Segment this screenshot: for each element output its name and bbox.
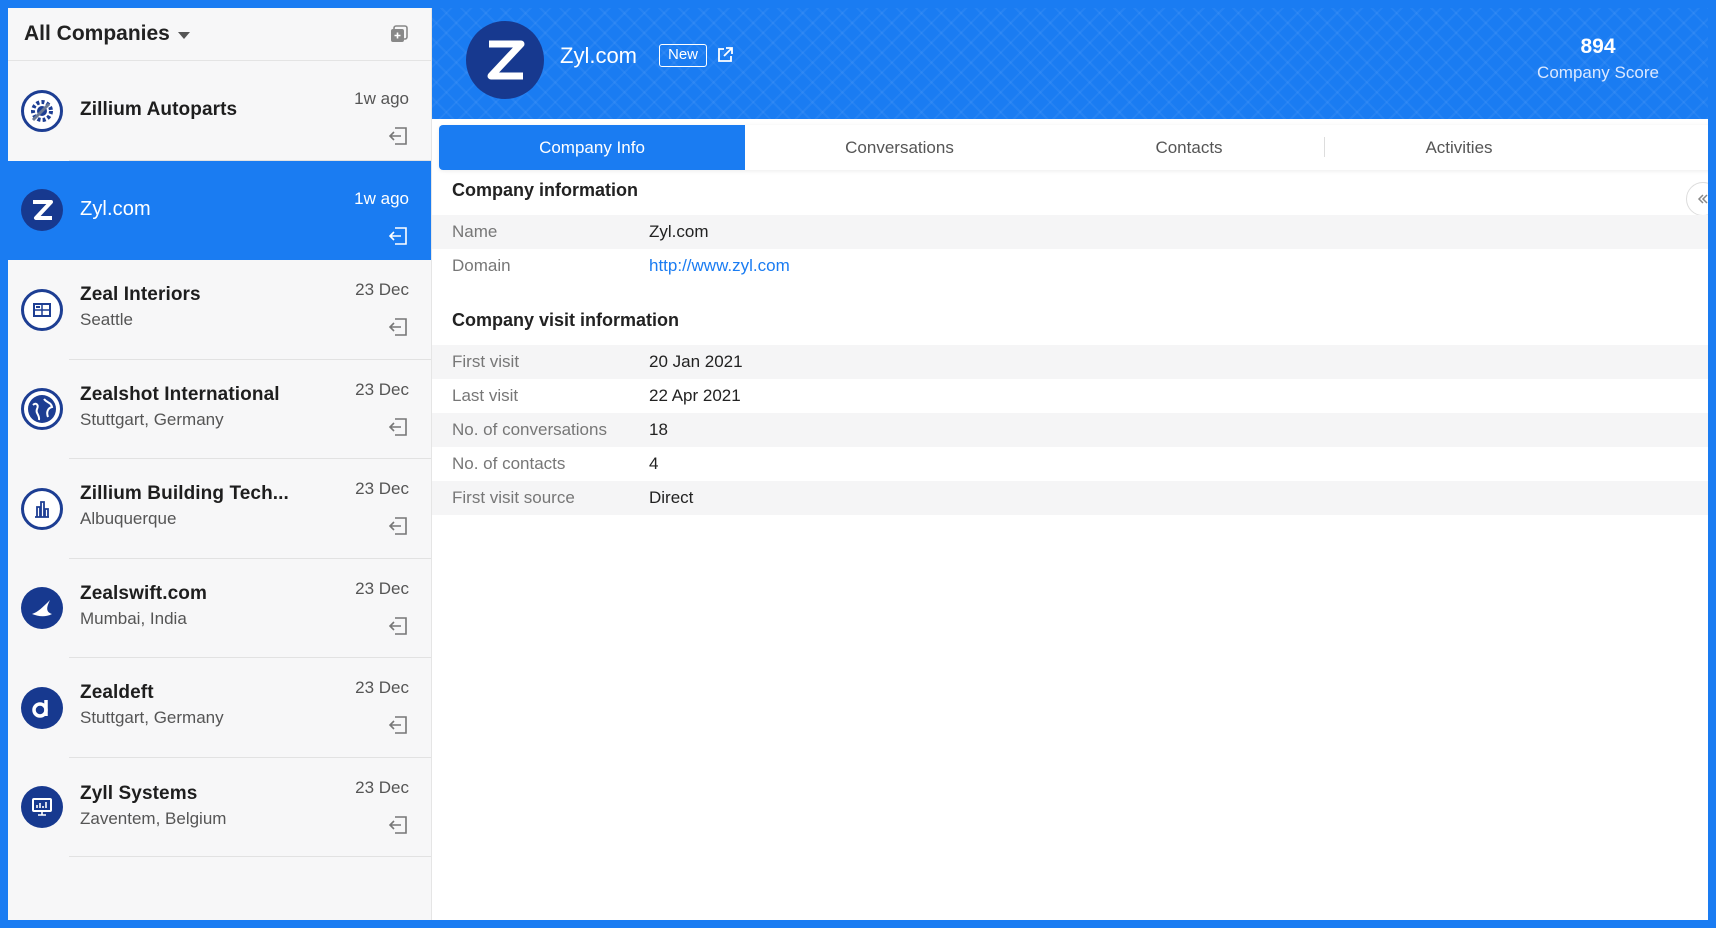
sidebar-header: All Companies <box>8 8 431 61</box>
info-value: Zyl.com <box>649 222 709 241</box>
company-name: Zillium Building Tech... <box>80 483 289 504</box>
tab-contacts[interactable]: Contacts <box>1054 125 1324 170</box>
last-seen-time: 1w ago <box>354 89 409 108</box>
info-value: 4 <box>649 454 659 473</box>
company-name: Zyl.com <box>80 197 151 220</box>
info-row-last-visit: Last visit 22 Apr 2021 <box>432 379 1708 413</box>
open-company-icon[interactable] <box>387 416 409 438</box>
info-row-domain: Domain http://www.zyl.com <box>432 249 1708 283</box>
info-label: First visit source <box>452 488 575 507</box>
globe-icon <box>21 388 63 431</box>
d-letter-icon <box>21 686 63 729</box>
open-company-icon[interactable] <box>387 515 409 537</box>
company-location: Stuttgart, Germany <box>80 409 224 429</box>
tab-activities[interactable]: Activities <box>1324 125 1594 170</box>
last-seen-time: 23 Dec <box>355 678 409 697</box>
info-row-first-visit: First visit 20 Jan 2021 <box>432 345 1708 379</box>
open-company-icon[interactable] <box>387 316 409 338</box>
z-letter-icon <box>466 21 544 99</box>
company-filter-dropdown[interactable]: All Companies <box>24 22 190 46</box>
company-location: Seattle <box>80 310 133 329</box>
collapse-panel-button[interactable] <box>1686 182 1708 216</box>
info-label: Last visit <box>452 386 519 405</box>
tab-label: Activities <box>1425 137 1493 157</box>
company-list-item[interactable]: Zeal Interiors Seattle 23 Dec <box>8 260 431 360</box>
company-location: Albuquerque <box>80 509 177 528</box>
info-row-contacts: No. of contacts 4 <box>432 447 1708 481</box>
last-seen-time: 1w ago <box>354 188 409 208</box>
company-name: Zillium Autoparts <box>80 99 238 120</box>
tab-company-info[interactable]: Company Info <box>439 125 745 170</box>
info-value: 22 Apr 2021 <box>649 386 741 405</box>
double-chevron-left-icon <box>1697 194 1708 204</box>
company-score-value: 894 <box>1580 35 1616 58</box>
app-window: All Companies Zillium Autoparts 1w ago Z… <box>8 8 1708 920</box>
company-list-item[interactable]: Zillium Autoparts 1w ago <box>8 61 431 161</box>
tab-label: Conversations <box>845 137 954 157</box>
open-company-icon[interactable] <box>387 714 409 736</box>
company-detail-pane: Zyl.com New 894 Company Score Company In… <box>432 8 1708 920</box>
company-name: Zealdeft <box>80 682 154 703</box>
gear-wrench-icon <box>21 89 63 132</box>
company-score-label: Company Score <box>1537 63 1659 82</box>
tab-label: Company Info <box>539 137 645 157</box>
company-location: Stuttgart, Germany <box>80 708 224 727</box>
z-letter-icon <box>21 189 63 232</box>
company-name: Zeal Interiors <box>80 284 201 305</box>
company-list: Zillium Autoparts 1w ago Zyl.com 1w ago <box>8 61 431 857</box>
monitor-icon <box>21 786 63 829</box>
company-list-item[interactable]: Zealdeft Stuttgart, Germany 23 Dec <box>8 658 431 758</box>
swift-bird-icon <box>21 587 63 630</box>
company-header-banner: Zyl.com New 894 Company Score <box>432 8 1708 119</box>
open-company-icon[interactable] <box>387 225 409 247</box>
company-visit-heading: Company visit information <box>452 310 680 330</box>
company-information-heading: Company information <box>452 180 639 200</box>
company-location: Zaventem, Belgium <box>80 808 227 828</box>
company-name: Zyll Systems <box>80 782 198 804</box>
info-label: No. of conversations <box>452 420 607 439</box>
company-list-item[interactable]: Zealshot International Stuttgart, German… <box>8 360 431 459</box>
info-row-visit-source: First visit source Direct <box>432 481 1708 515</box>
last-seen-time: 23 Dec <box>355 578 409 598</box>
company-list-item-selected[interactable]: Zyl.com 1w ago <box>8 160 431 260</box>
add-company-icon[interactable] <box>389 24 409 44</box>
open-company-icon[interactable] <box>387 125 409 147</box>
info-value: 18 <box>649 420 668 439</box>
open-company-icon[interactable] <box>387 615 409 637</box>
detail-tabs: Company Info Conversations Contacts Acti… <box>439 125 1708 170</box>
info-label: Domain <box>452 256 511 275</box>
floorplan-icon <box>21 288 63 331</box>
info-row-name: Name Zyl.com <box>432 215 1708 249</box>
company-list-item[interactable]: Zyll Systems Zaventem, Belgium 23 Dec <box>8 758 431 857</box>
external-link-icon[interactable] <box>716 46 736 66</box>
open-company-icon[interactable] <box>387 814 409 836</box>
tab-conversations[interactable]: Conversations <box>745 125 1054 170</box>
info-label: No. of contacts <box>452 454 566 473</box>
tab-label: Contacts <box>1155 137 1223 157</box>
chevron-down-icon <box>177 32 190 39</box>
last-seen-time: 23 Dec <box>355 777 409 797</box>
company-title: Zyl.com <box>560 43 637 68</box>
companies-sidebar: All Companies Zillium Autoparts 1w ago Z… <box>8 8 432 920</box>
company-list-item[interactable]: Zillium Building Tech... Albuquerque 23 … <box>8 459 431 559</box>
company-filter-label: All Companies <box>24 22 170 45</box>
company-name: Zealshot International <box>80 383 280 405</box>
info-value: 20 Jan 2021 <box>649 352 743 371</box>
new-badge: New <box>659 44 708 67</box>
divider <box>69 856 431 857</box>
tab-divider <box>1324 137 1325 157</box>
company-location: Mumbai, India <box>80 608 187 628</box>
info-value: Direct <box>649 488 694 507</box>
info-row-conversations: No. of conversations 18 <box>432 413 1708 447</box>
info-label: Name <box>452 222 498 241</box>
last-seen-time: 23 Dec <box>355 479 409 498</box>
last-seen-time: 23 Dec <box>355 280 409 299</box>
domain-link[interactable]: http://www.zyl.com <box>649 256 790 276</box>
building-icon <box>21 487 63 530</box>
company-list-item[interactable]: Zealswift.com Mumbai, India 23 Dec <box>8 559 431 658</box>
company-name: Zealswift.com <box>80 582 207 604</box>
last-seen-time: 23 Dec <box>355 379 409 399</box>
info-label: First visit <box>452 352 520 371</box>
